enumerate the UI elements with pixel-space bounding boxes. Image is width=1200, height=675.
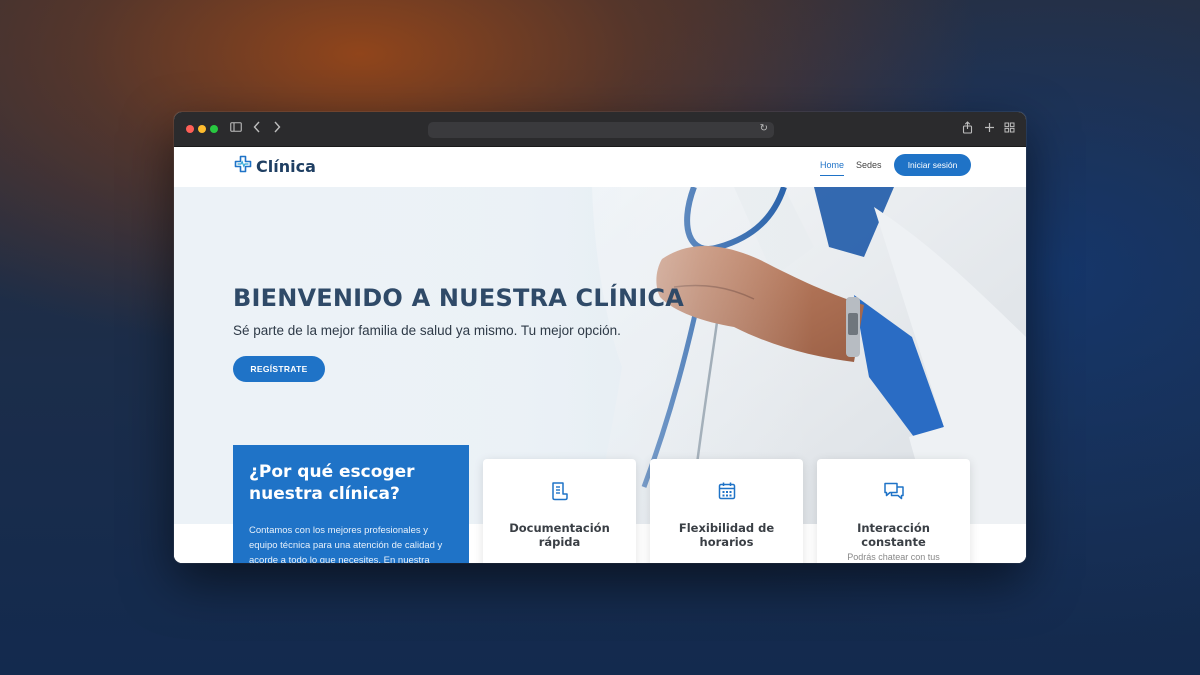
maximize-window-button[interactable] — [210, 125, 218, 133]
site-logo[interactable]: Clínica — [234, 155, 316, 177]
register-button[interactable]: REGÍSTRATE — [233, 356, 325, 382]
web-page: Clínica Home Sedes Iniciar sesión BIENVE… — [174, 147, 1026, 563]
feature-card-horarios: Flexibilidad de horarios — [650, 459, 803, 563]
forward-icon[interactable] — [272, 121, 282, 137]
medical-cross-icon — [234, 155, 252, 178]
back-icon[interactable] — [252, 121, 262, 137]
reload-icon[interactable]: ↻ — [760, 123, 768, 134]
feature-card-interaccion: Interacción constante Podrás chatear con… — [817, 459, 970, 563]
why-choose-card: ¿Por qué escoger nuestra clínica? Contam… — [233, 445, 469, 563]
hero-subtitle: Sé parte de la mejor familia de salud ya… — [233, 323, 621, 338]
nav-link-sedes[interactable]: Sedes — [856, 160, 882, 170]
share-icon[interactable] — [962, 121, 973, 138]
why-choose-text: Contamos con los mejores profesionales y… — [249, 525, 443, 563]
feature-title: Flexibilidad de horarios — [678, 521, 775, 549]
login-button[interactable]: Iniciar sesión — [894, 154, 971, 176]
document-icon — [483, 481, 636, 503]
why-choose-title: ¿Por qué escoger nuestra clínica? — [249, 462, 415, 504]
sidebar-icon[interactable] — [230, 121, 242, 137]
chat-icon — [817, 481, 970, 503]
calendar-icon — [650, 481, 803, 503]
logo-text: Clínica — [256, 156, 316, 176]
feature-title: Interacción constante — [857, 521, 930, 549]
tab-overview-icon[interactable] — [1004, 121, 1015, 137]
browser-toolbar: ↻ — [174, 112, 1026, 147]
new-tab-icon[interactable] — [984, 121, 995, 137]
site-header: Clínica Home Sedes Iniciar sesión — [174, 147, 1026, 187]
feature-description: Podrás chatear con tus — [847, 552, 940, 562]
feature-title: Documentación rápida — [509, 521, 610, 549]
nav-link-home[interactable]: Home — [820, 160, 845, 176]
close-window-button[interactable] — [186, 125, 194, 133]
browser-window: ↻ Clínica Home Sedes Iniciar sesión BIEN… — [174, 112, 1026, 563]
address-bar[interactable]: ↻ — [428, 122, 774, 138]
feature-card-documentacion: Documentación rápida — [483, 459, 636, 563]
minimize-window-button[interactable] — [198, 125, 206, 133]
hero-title: BIENVENIDO A NUESTRA CLÍNICA — [233, 284, 684, 312]
